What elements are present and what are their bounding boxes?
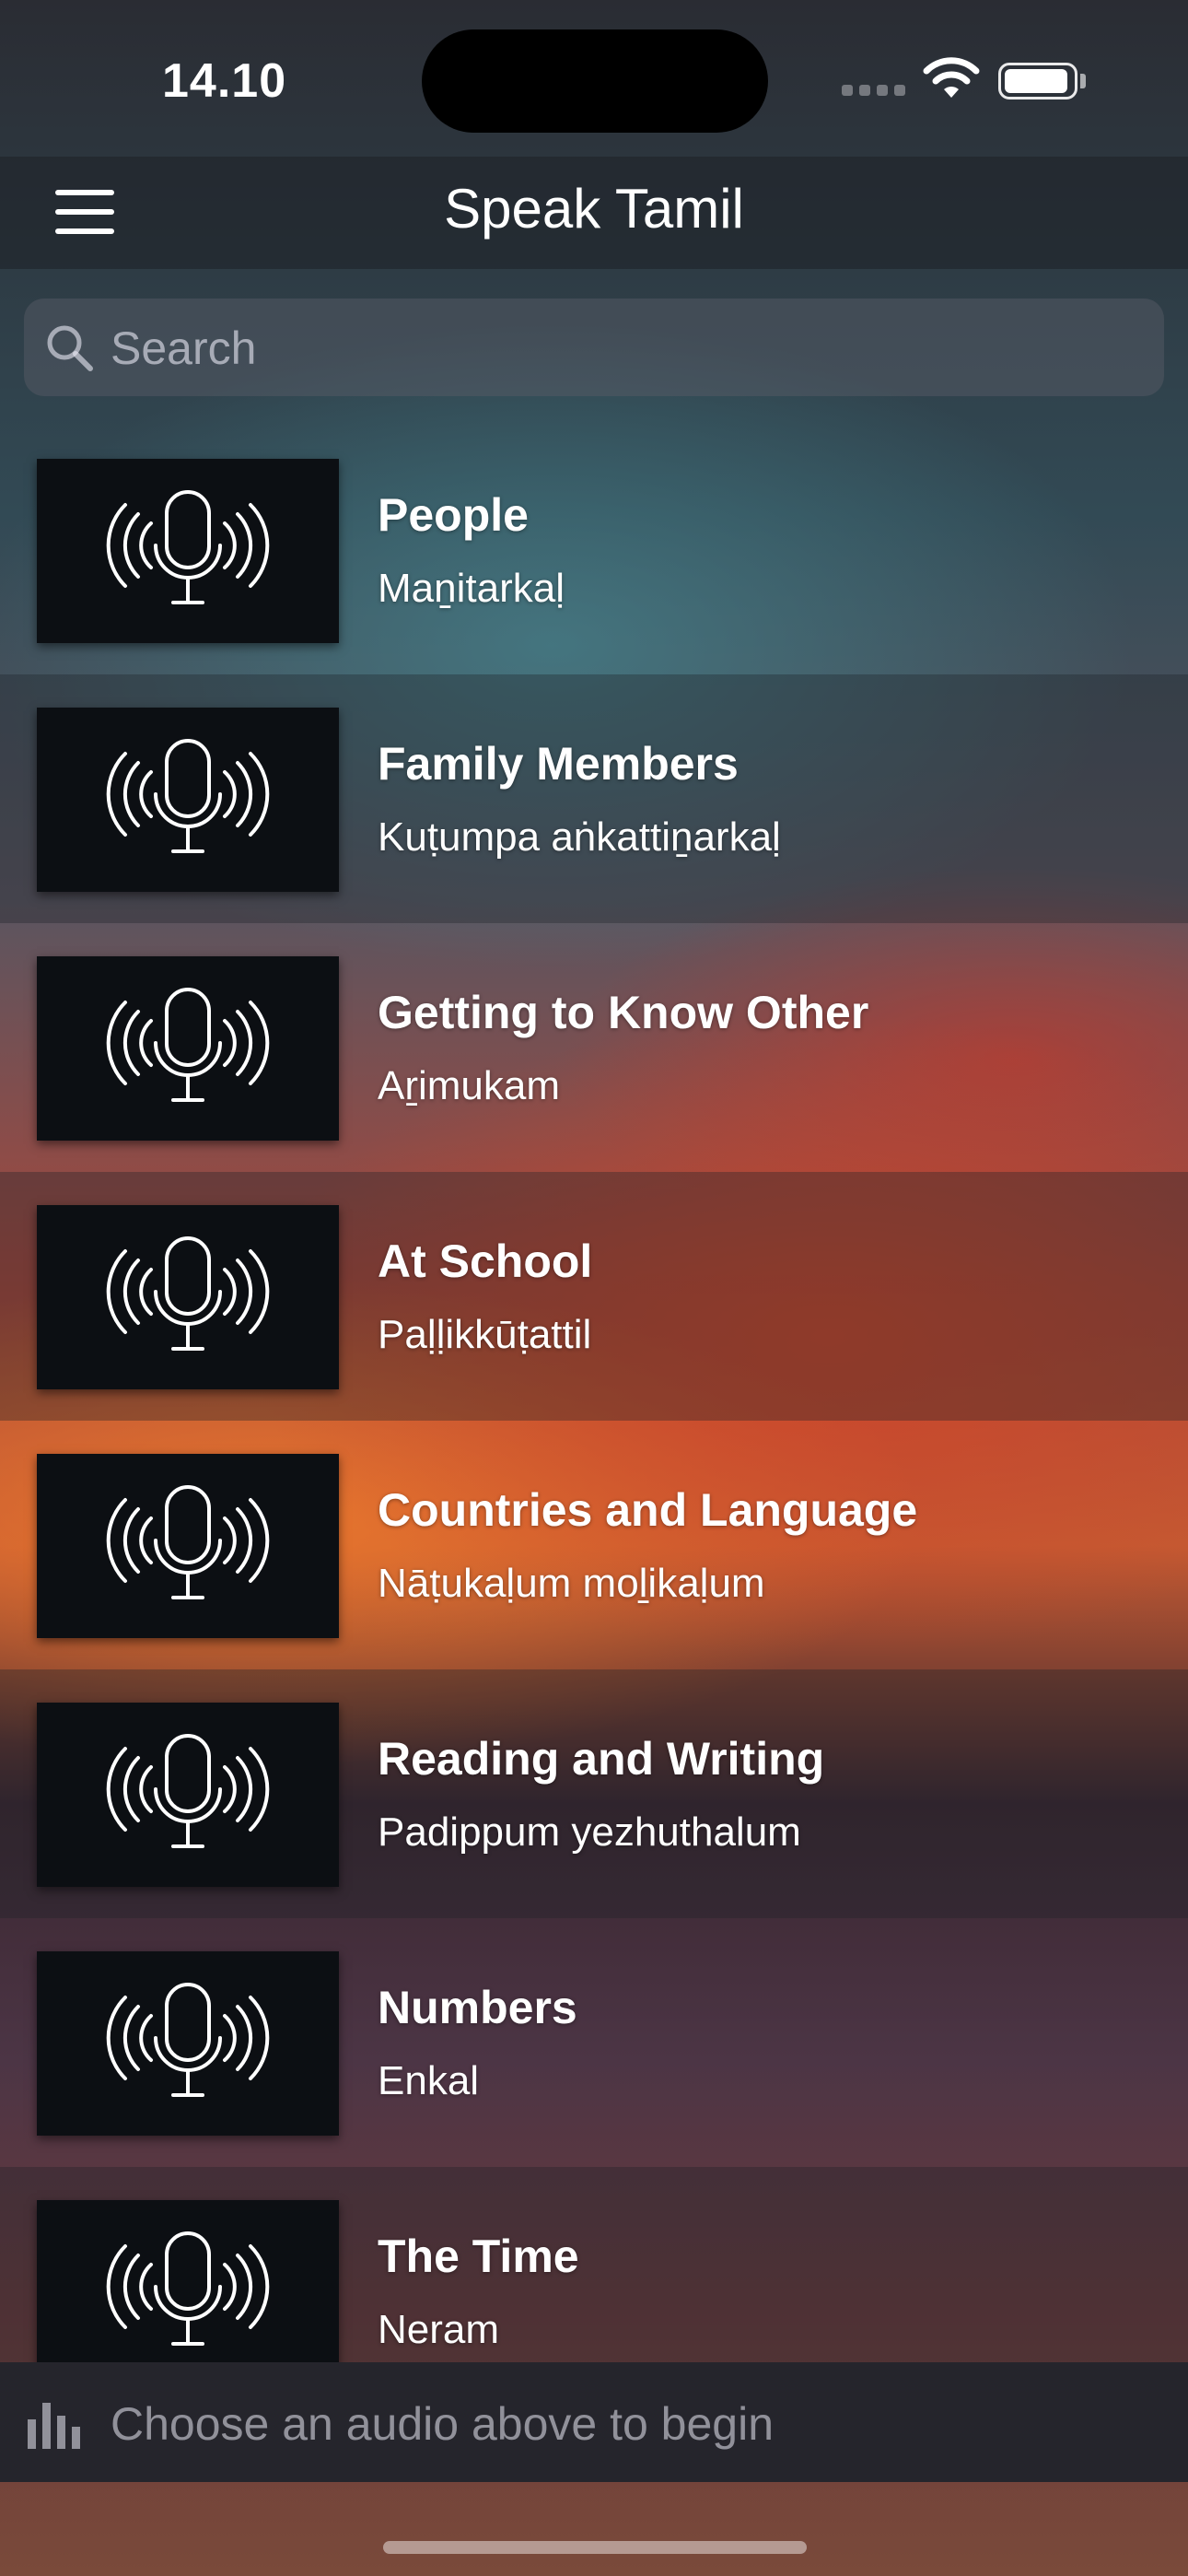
lesson-title: Family Members: [378, 738, 739, 790]
lesson-thumbnail: [37, 2200, 339, 2362]
lesson-thumbnail: [37, 459, 339, 643]
battery-tip: [1080, 74, 1086, 88]
search-icon: [47, 325, 93, 371]
lesson-row[interactable]: Countries and Language Nāṭukaḷum moḻikaḷ…: [0, 1421, 1188, 1669]
status-time: 14.10: [162, 54, 287, 108]
lesson-thumbnail: [37, 1703, 339, 1887]
search-input[interactable]: [109, 299, 1144, 398]
lesson-row[interactable]: At School Paḷḷikkūṭattil: [0, 1172, 1188, 1421]
lesson-subtitle: Enkal: [378, 2058, 480, 2103]
status-bar: 14.10: [0, 0, 1188, 157]
cellular-signal-icon: [842, 85, 905, 96]
lesson-thumbnail: [37, 1205, 339, 1389]
lesson-thumbnail: [37, 1951, 339, 2136]
lesson-subtitle: Maṉitarkaḷ: [378, 566, 565, 611]
lesson-thumbnail: [37, 708, 339, 892]
lesson-row[interactable]: The Time Neram: [0, 2167, 1188, 2362]
lesson-title: At School: [378, 1235, 593, 1287]
audio-bars-icon: [28, 2403, 80, 2449]
lesson-thumbnail: [37, 956, 339, 1141]
lesson-title: Numbers: [378, 1982, 577, 2033]
lesson-subtitle: Aṟimukam: [378, 1063, 561, 1108]
navigation-bar: Speak Tamil: [0, 157, 1188, 269]
lesson-title: Getting to Know Other: [378, 987, 869, 1038]
lesson-subtitle: Nāṭukaḷum moḻikaḷum: [378, 1561, 765, 1606]
page-title: Speak Tamil: [444, 178, 744, 240]
lesson-row[interactable]: Family Members Kuṭumpa aṅkattiṉarkaḷ: [0, 674, 1188, 923]
lesson-title: People: [378, 489, 529, 541]
lesson-row[interactable]: Getting to Know Other Aṟimukam: [0, 923, 1188, 1172]
lesson-title: Reading and Writing: [378, 1733, 825, 1785]
home-indicator[interactable]: [383, 2541, 807, 2554]
search-bar[interactable]: [24, 299, 1164, 398]
lesson-subtitle: Kuṭumpa aṅkattiṉarkaḷ: [378, 814, 781, 860]
battery-icon: [998, 63, 1077, 100]
lesson-row[interactable]: Numbers Enkal: [0, 1918, 1188, 2167]
lesson-row[interactable]: People Maṉitarkaḷ: [0, 426, 1188, 674]
dynamic-island: [422, 29, 768, 133]
player-status-text: Choose an audio above to begin: [111, 2398, 775, 2450]
lesson-subtitle: Neram: [378, 2307, 500, 2352]
lesson-thumbnail: [37, 1454, 339, 1638]
lesson-subtitle: Paḷḷikkūṭattil: [378, 1312, 592, 1357]
lesson-title: The Time: [378, 2231, 579, 2282]
lesson-list: People Maṉitarkaḷ Family Members Kuṭumpa…: [0, 426, 1188, 2362]
wifi-icon: [923, 57, 980, 98]
lesson-title: Countries and Language: [378, 1484, 918, 1536]
lesson-subtitle: Padippum yezhuthalum: [378, 1809, 801, 1855]
lesson-row[interactable]: Reading and Writing Padippum yezhuthalum: [0, 1669, 1188, 1918]
audio-player-bar[interactable]: Choose an audio above to begin: [0, 2362, 1188, 2482]
